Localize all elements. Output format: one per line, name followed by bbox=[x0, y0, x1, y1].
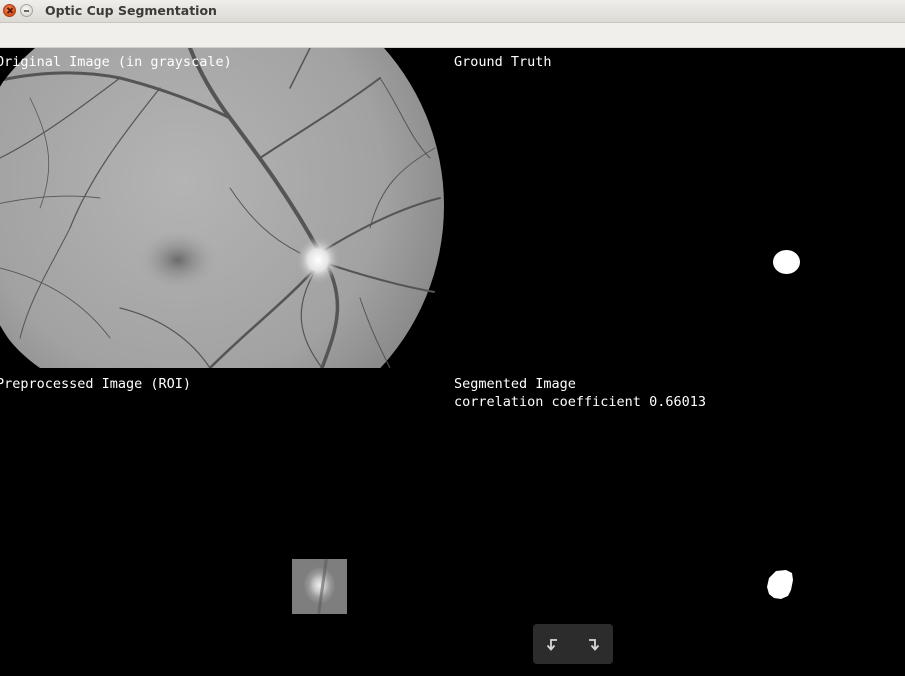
ground-truth-cup-mask bbox=[773, 250, 800, 274]
image-canvas: Original Image (in grayscale) Ground Tru… bbox=[0, 48, 905, 676]
original-image-label: Original Image (in grayscale) bbox=[0, 54, 232, 70]
redo-arrow-icon[interactable] bbox=[581, 632, 605, 656]
original-fundus-image bbox=[0, 48, 452, 368]
preprocessed-image-label: Preprocessed Image (ROI) bbox=[0, 376, 192, 392]
preprocessed-roi-image bbox=[292, 559, 347, 614]
window-title: Optic Cup Segmentation bbox=[45, 3, 217, 18]
window-minimize-icon[interactable] bbox=[20, 4, 33, 17]
segmented-image-label: Segmented Image bbox=[454, 376, 576, 392]
window-toolbar bbox=[0, 23, 905, 48]
ground-truth-label: Ground Truth bbox=[454, 54, 552, 70]
undo-arrow-icon[interactable] bbox=[541, 632, 565, 656]
segmented-cup-mask bbox=[767, 570, 793, 599]
window-titlebar: Optic Cup Segmentation bbox=[0, 0, 905, 23]
window-close-icon[interactable] bbox=[3, 4, 16, 17]
history-navigation bbox=[533, 624, 613, 664]
fundus-image-graphic bbox=[0, 48, 452, 368]
correlation-coefficient-text: correlation coefficient 0.66013 bbox=[454, 394, 706, 410]
